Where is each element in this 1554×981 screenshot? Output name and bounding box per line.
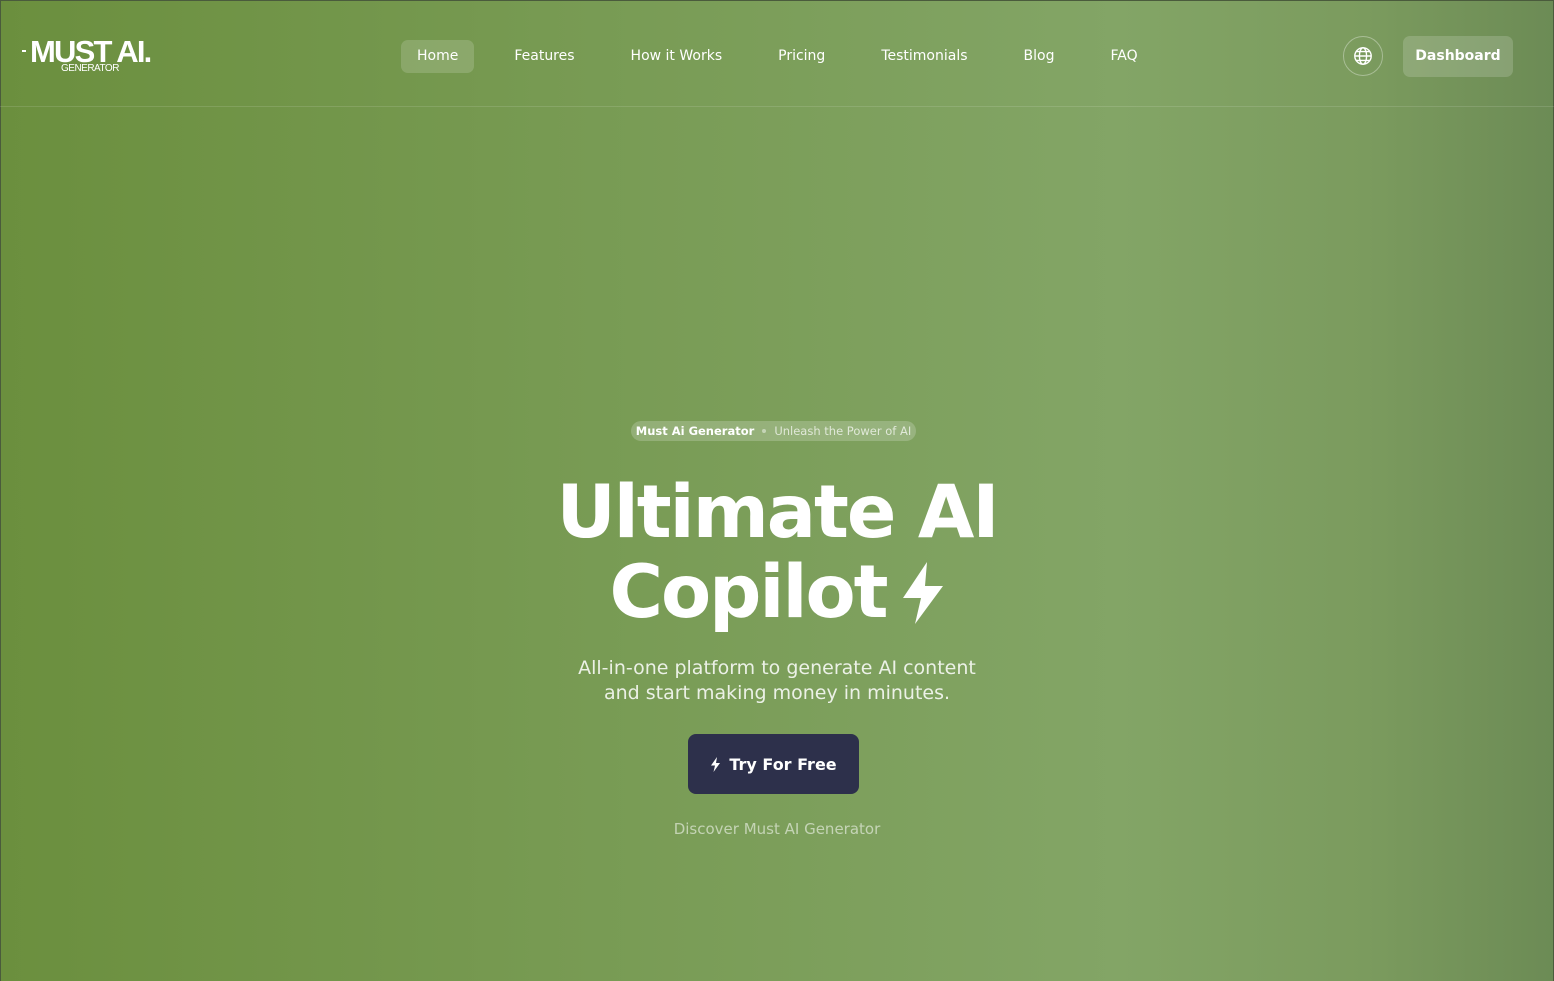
subtitle-line-2: and start making money in minutes. [603,682,951,704]
nav-item-pricing[interactable]: Pricing [762,40,841,73]
nav-item-faq[interactable]: FAQ [1094,40,1153,73]
language-button[interactable] [1343,36,1383,76]
nav-item-testimonials[interactable]: Testimonials [865,40,983,73]
discover-link[interactable]: Discover Must AI Generator [0,820,1554,838]
lightning-bolt-icon [902,561,943,624]
subtitle-line-1: All-in-one platform to generate AI conte… [578,657,976,679]
logo-subtext: GENERATOR [61,63,119,74]
hero-pill-badge: Must Ai Generator Unleash the Power of A… [631,421,916,441]
hero-subtitle: All-in-one platform to generate AI conte… [0,656,1554,706]
nav-item-features[interactable]: Features [498,40,590,73]
dashboard-button[interactable]: Dashboard [1403,36,1513,77]
hero-headline: Ultimate AI Copilot [0,473,1554,633]
nav-item-blog[interactable]: Blog [1008,40,1071,73]
headline-line-1: Ultimate AI [556,470,999,555]
pill-separator-dot [762,429,767,433]
logo-mark [22,50,26,52]
try-for-free-button[interactable]: Try For Free [688,734,859,794]
nav-item-home[interactable]: Home [401,40,475,73]
cta-label: Try For Free [729,754,837,774]
site-header: MUST AI. GENERATOR Home Features How it … [0,0,1554,107]
globe-icon [1354,47,1372,65]
pill-tagline: Unleash the Power of AI [774,424,912,438]
headline-line-2: Copilot [0,553,1554,633]
headline-line-2-text: Copilot [609,550,888,635]
nav-item-how-it-works[interactable]: How it Works [615,40,739,73]
pill-brand: Must Ai Generator [635,424,755,438]
lightning-bolt-icon [710,756,721,772]
logo[interactable]: MUST AI. GENERATOR [22,36,172,80]
main-nav: Home Features How it Works Pricing Testi… [401,40,1178,73]
